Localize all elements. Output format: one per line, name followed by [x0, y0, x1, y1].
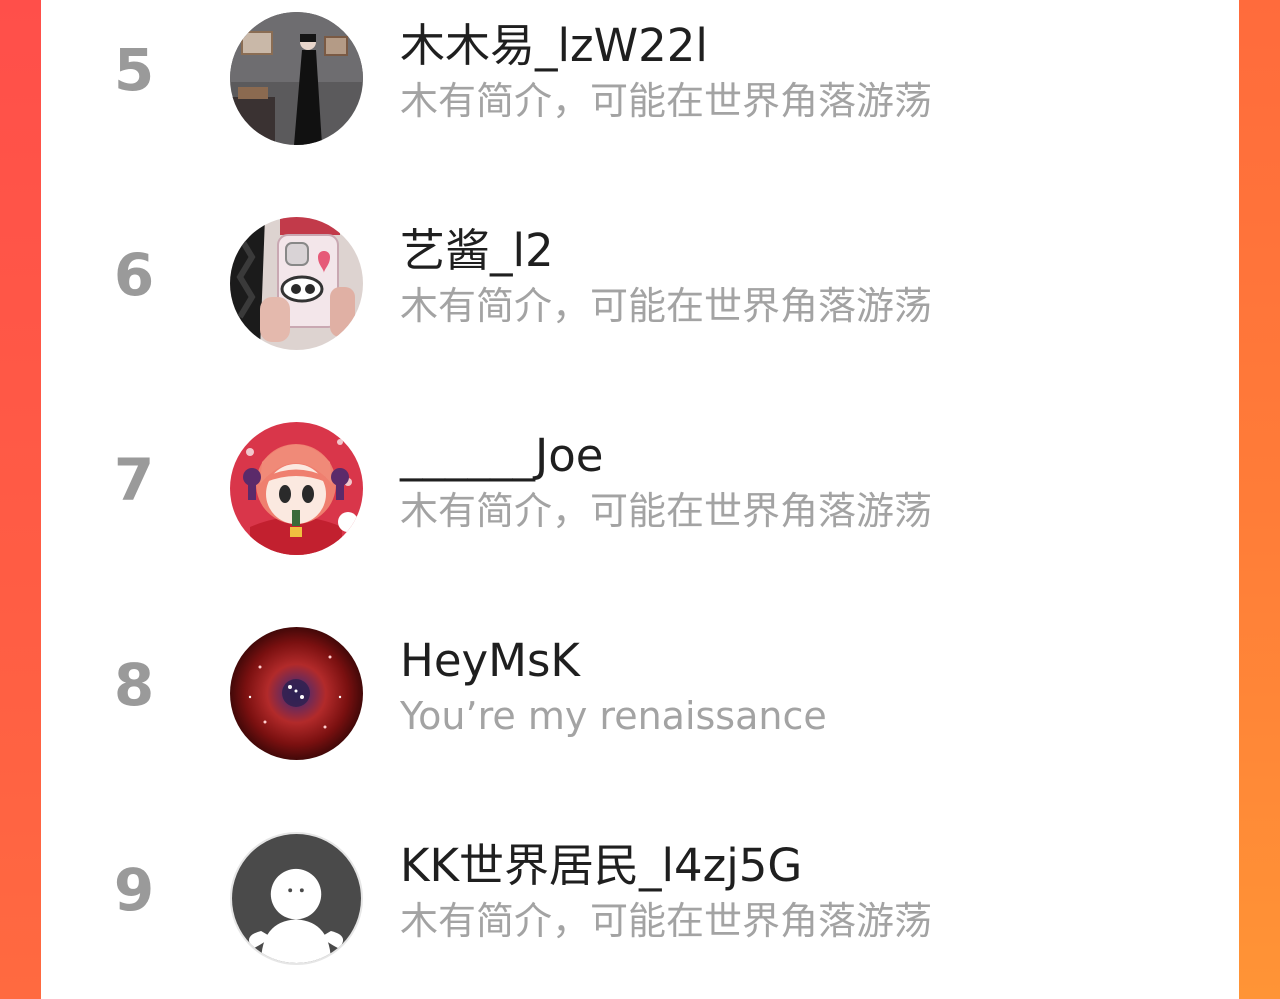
- rank-number: 8: [113, 651, 155, 719]
- username[interactable]: 艺酱_l2: [400, 223, 554, 279]
- ranking-row[interactable]: 5 木木易_lzW22l 木有简介，可能在世界角落游荡: [41, 0, 1239, 145]
- user-bio: 木有简介，可能在世界角落游荡: [400, 489, 933, 533]
- ranking-row[interactable]: 6 艺酱_l2 木有简介，可能在世界角落游荡: [41, 205, 1239, 350]
- red-nebula-space-icon[interactable]: [230, 627, 363, 760]
- orange-background-right: [1239, 0, 1280, 999]
- default-person-silhouette-icon[interactable]: [230, 832, 363, 965]
- user-bio: 木有简介，可能在世界角落游荡: [400, 79, 933, 123]
- ranking-row[interactable]: 9 KK世界居民_l4zj5G 木有简介，可能在世界角落游荡: [41, 820, 1239, 965]
- rank-number: 6: [113, 241, 155, 309]
- rank-number: 5: [113, 36, 155, 104]
- username[interactable]: KK世界居民_l4zj5G: [400, 838, 802, 894]
- portrait-photo-woman-black-dress-icon[interactable]: [230, 12, 363, 145]
- rank-number: 7: [113, 446, 155, 514]
- user-bio: You’re my renaissance: [400, 694, 827, 738]
- user-bio: 木有简介，可能在世界角落游荡: [400, 899, 933, 943]
- ranking-row[interactable]: 8 HeyMsK You’re my renaissance: [41, 615, 1239, 760]
- rank-number: 9: [113, 856, 155, 924]
- orange-background-left: [0, 0, 41, 999]
- user-bio: 木有简介，可能在世界角落游荡: [400, 284, 933, 328]
- ranking-list: 5 木木易_lzW22l 木有简介，可能在世界角落游荡 6 艺酱_l2 木有简介…: [41, 0, 1239, 999]
- username[interactable]: 木木易_lzW22l: [400, 18, 708, 74]
- anime-red-hair-girl-icon[interactable]: [230, 422, 363, 555]
- username[interactable]: HeyMsK: [400, 633, 580, 689]
- username[interactable]: ______Joe: [400, 428, 604, 484]
- photo-phone-case-pink-icon[interactable]: [230, 217, 363, 350]
- ranking-row[interactable]: 7 ______Joe 木有简介，可能在世界角落游荡: [41, 410, 1239, 555]
- ranking-page: 5 木木易_lzW22l 木有简介，可能在世界角落游荡 6 艺酱_l2 木有简介…: [0, 0, 1280, 999]
